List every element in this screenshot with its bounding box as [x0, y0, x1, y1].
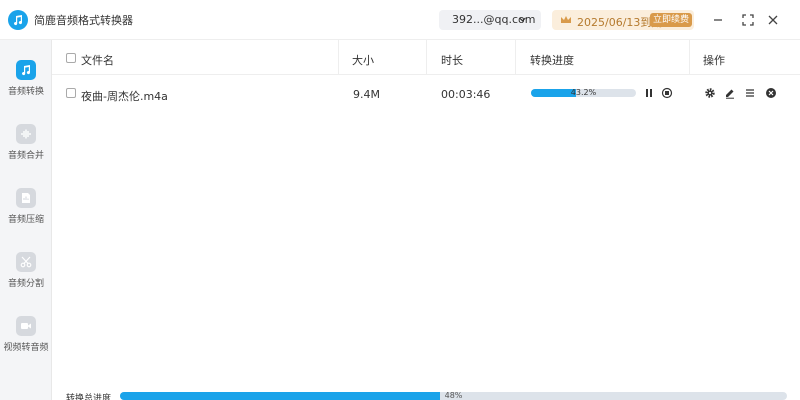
- sidebar-item-label: 音频压缩: [7, 215, 44, 225]
- sidebar-item-label: 视频转音频: [3, 343, 49, 353]
- app-title: 简鹿音频格式转换器: [34, 14, 133, 27]
- column-divider: [689, 40, 690, 75]
- sidebar-item-audio-convert[interactable]: 音频转换: [0, 60, 52, 104]
- music-note-icon: [16, 60, 36, 80]
- column-divider: [426, 40, 427, 75]
- file-duration: 00:03:46: [441, 88, 491, 101]
- account-dropdown[interactable]: 392...@qq.com: [439, 10, 541, 30]
- total-progress-percent: 48%: [444, 392, 463, 400]
- crown-icon: [561, 16, 571, 23]
- column-divider: [338, 40, 339, 75]
- gear-icon[interactable]: [704, 87, 716, 99]
- table-row: 夜曲-周杰伦.m4a 9.4M 00:03:46: [52, 75, 800, 111]
- sidebar-item-label: 音频合并: [7, 151, 44, 161]
- file-name: 夜曲-周杰伦.m4a: [81, 90, 168, 103]
- close-icon[interactable]: [765, 12, 781, 28]
- select-all-checkbox[interactable]: [66, 53, 76, 63]
- file-progress-percent: 43.2%: [570, 89, 597, 97]
- column-header-duration: 时长: [441, 54, 463, 67]
- vip-status: 2025/06/13到期 立即续费: [552, 10, 694, 30]
- minimize-icon[interactable]: [710, 12, 726, 28]
- sidebar-item-audio-split[interactable]: 音频分割: [0, 252, 52, 296]
- edit-icon[interactable]: [724, 87, 736, 99]
- row-checkbox[interactable]: [66, 88, 76, 98]
- column-header-filename: 文件名: [81, 54, 114, 67]
- compress-icon: [16, 188, 36, 208]
- waveform-icon: [16, 124, 36, 144]
- file-progress-bar: 43.2%: [531, 89, 636, 97]
- sidebar-item-label: 音频转换: [7, 87, 44, 97]
- column-header-actions: 操作: [703, 54, 725, 67]
- sidebar-item-video-to-audio[interactable]: 视频转音频: [0, 316, 52, 360]
- scissors-icon: [16, 252, 36, 272]
- chevron-down-icon: [519, 17, 526, 22]
- column-divider: [515, 40, 516, 75]
- file-table: 文件名 大小 时长 转换进度 操作 夜曲-周杰伦.m4a 9.4M 00:03:…: [52, 40, 800, 400]
- column-header-size: 大小: [352, 54, 374, 67]
- pause-icon[interactable]: [643, 87, 655, 99]
- video-icon: [16, 316, 36, 336]
- total-progress-label: 转换总进度: [66, 394, 112, 400]
- table-header: 文件名 大小 时长 转换进度 操作: [52, 40, 800, 75]
- sidebar-item-label: 音频分割: [7, 279, 44, 289]
- title-bar: 简鹿音频格式转换器 392...@qq.com 2025/06/13到期 立即续…: [0, 0, 800, 40]
- file-size: 9.4M: [353, 88, 380, 101]
- remove-icon[interactable]: [765, 87, 777, 99]
- sidebar: 音频转换 音频合并 音频压缩 音频分割 视频转音频: [0, 40, 52, 400]
- maximize-icon[interactable]: [740, 12, 756, 28]
- stop-icon[interactable]: [661, 87, 673, 99]
- renew-button[interactable]: 立即续费: [650, 13, 692, 27]
- app-logo-icon: [8, 10, 28, 30]
- total-progress-bar: 48%: [120, 392, 787, 400]
- sidebar-item-audio-merge[interactable]: 音频合并: [0, 124, 52, 168]
- menu-icon[interactable]: [744, 87, 756, 99]
- column-header-progress: 转换进度: [530, 54, 574, 67]
- sidebar-item-audio-compress[interactable]: 音频压缩: [0, 188, 52, 232]
